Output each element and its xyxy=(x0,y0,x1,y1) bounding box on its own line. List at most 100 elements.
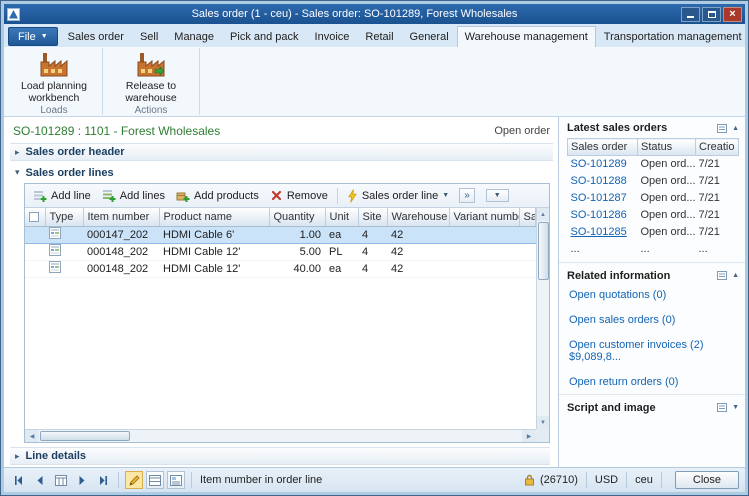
fb-col-sales-order[interactable]: Sales order xyxy=(568,139,638,156)
table-row[interactable]: 000148_202 HDMI Cable 12' 40.00 ea 4 42 xyxy=(25,260,536,277)
first-record-button[interactable] xyxy=(10,471,28,489)
close-window-button[interactable]: × xyxy=(723,7,742,22)
table-row[interactable]: 000147_202 HDMI Cable 6' 1.00 ea 4 42 xyxy=(25,226,536,243)
sales-order-link[interactable]: SO-101286 xyxy=(571,209,627,221)
tab-retail[interactable]: Retail xyxy=(357,26,401,47)
ribbon-tabstrip: File ▼ Sales order Sell Manage Pick and … xyxy=(4,24,745,47)
row-type-cell xyxy=(45,243,83,260)
collapse-factbox-button[interactable]: ▲ xyxy=(732,272,739,279)
grid-horizontal-scrollbar[interactable]: ◀ ▶ xyxy=(25,429,536,442)
previous-record-button[interactable] xyxy=(31,471,49,489)
fb-col-created[interactable]: Creatio xyxy=(696,139,739,156)
col-header-type[interactable]: Type xyxy=(45,208,83,226)
remove-button[interactable]: Remove xyxy=(265,187,333,204)
next-record-button[interactable] xyxy=(73,471,91,489)
add-line-button[interactable]: Add line xyxy=(28,187,96,205)
record-icon xyxy=(49,244,61,256)
col-header-item-number[interactable]: Item number xyxy=(83,208,159,226)
factbox-menu-icon[interactable] xyxy=(717,124,727,133)
close-button[interactable]: Close xyxy=(675,471,739,489)
scroll-down-button[interactable]: ▼ xyxy=(537,416,550,429)
toolbar-dropdown-button[interactable]: ▼ xyxy=(486,189,509,202)
cell-item-number: 000148_202 xyxy=(83,243,159,260)
pencil-icon xyxy=(128,474,141,487)
tab-invoice[interactable]: Invoice xyxy=(307,26,358,47)
col-header-warehouse[interactable]: Warehouse xyxy=(387,208,449,226)
open-return-orders-link[interactable]: Open return orders (0) xyxy=(569,376,737,388)
sales-order-link[interactable]: SO-101287 xyxy=(571,192,627,204)
scroll-right-button[interactable]: ▶ xyxy=(522,430,536,443)
sales-order-line-menu-button[interactable]: Sales order line ▼ xyxy=(342,187,454,205)
add-lines-button[interactable]: Add lines xyxy=(97,187,170,205)
select-all-checkbox[interactable] xyxy=(29,212,39,222)
fasttab-sales-order-lines[interactable]: ▾ Sales order lines xyxy=(10,161,553,181)
sales-order-link[interactable]: SO-101285 xyxy=(571,226,627,238)
sales-order-link[interactable]: SO-101289 xyxy=(571,158,627,170)
col-header-variant-number[interactable]: Variant number xyxy=(449,208,519,226)
tab-sales-order[interactable]: Sales order xyxy=(60,26,132,47)
load-planning-workbench-label: Load planning workbench xyxy=(14,80,94,104)
grid-vertical-scrollbar[interactable]: ▲ ▼ xyxy=(536,208,549,429)
scrollbar-thumb[interactable] xyxy=(40,431,130,441)
tab-warehouse-management[interactable]: Warehouse management xyxy=(457,26,596,47)
tab-transportation-management[interactable]: Transportation management xyxy=(596,26,749,47)
list-item: SO-101289 Open ord... 7/21 xyxy=(568,156,739,173)
cell-item-number: 000148_202 xyxy=(83,260,159,277)
toolbar-overflow-button[interactable]: » xyxy=(459,188,475,203)
view-grid-button[interactable] xyxy=(146,471,164,489)
table-row[interactable]: 000148_202 HDMI Cable 12' 5.00 PL 4 42 xyxy=(25,243,536,260)
fasttab-line-details[interactable]: ▸ Line details xyxy=(10,447,550,465)
tab-general[interactable]: General xyxy=(402,26,457,47)
col-header-unit[interactable]: Unit xyxy=(325,208,358,226)
record-list-icon xyxy=(55,475,67,486)
cell-variant-number xyxy=(449,243,519,260)
file-menu-button[interactable]: File ▼ xyxy=(8,27,58,46)
collapse-factbox-button[interactable]: ▲ xyxy=(732,125,739,132)
view-details-button[interactable] xyxy=(167,471,185,489)
scroll-up-button[interactable]: ▲ xyxy=(537,208,550,221)
expand-factbox-button[interactable]: ▼ xyxy=(732,404,739,411)
scrollbar-thumb[interactable] xyxy=(538,222,549,280)
factbox-script-and-image-header[interactable]: Script and image ▼ xyxy=(559,397,745,417)
factbox-menu-icon[interactable] xyxy=(717,403,727,412)
tab-pick-and-pack[interactable]: Pick and pack xyxy=(222,26,306,47)
select-all-header[interactable] xyxy=(25,208,45,226)
fb-created-cell: 7/21 xyxy=(696,156,739,173)
tab-manage[interactable]: Manage xyxy=(166,26,222,47)
factbox-menu-icon[interactable] xyxy=(717,271,727,280)
last-record-button[interactable] xyxy=(94,471,112,489)
maximize-button[interactable] xyxy=(702,7,721,22)
fb-col-status[interactable]: Status xyxy=(638,139,696,156)
record-list-button[interactable] xyxy=(52,471,70,489)
minimize-button[interactable] xyxy=(681,7,700,22)
factbox-title: Related information xyxy=(567,270,670,282)
remove-label: Remove xyxy=(287,190,328,202)
open-quotations-link[interactable]: Open quotations (0) xyxy=(569,289,737,301)
cell-site: 4 xyxy=(358,226,387,243)
load-planning-workbench-button[interactable]: Load planning workbench xyxy=(12,49,96,105)
fb-created-cell: 7/21 xyxy=(696,190,739,207)
factbox-related-information-header[interactable]: Related information ▲ xyxy=(559,265,745,285)
factbox-latest-sales-orders-header[interactable]: Latest sales orders ▲ xyxy=(559,117,745,137)
release-to-warehouse-button[interactable]: Release to warehouse xyxy=(109,49,193,105)
main-area: SO-101289 : 1101 - Forest Wholesales Ope… xyxy=(4,117,745,467)
scrollbar-corner xyxy=(536,429,549,442)
scroll-left-button[interactable]: ◀ xyxy=(25,430,39,443)
col-header-product-name[interactable]: Product name xyxy=(159,208,269,226)
sales-order-link[interactable]: SO-101288 xyxy=(571,175,627,187)
sales-order-lines-grid: Type Item number Product name Quantity U… xyxy=(25,208,536,429)
cell-site: 4 xyxy=(358,260,387,277)
app-icon[interactable] xyxy=(7,8,20,21)
add-products-button[interactable]: Add products xyxy=(171,187,264,205)
fasttab-sales-order-header[interactable]: ▸ Sales order header xyxy=(10,143,553,161)
fasttab-label: Line details xyxy=(26,450,87,462)
tab-sell[interactable]: Sell xyxy=(132,26,166,47)
factbox-pane: Latest sales orders ▲ Sales order Status… xyxy=(558,117,745,467)
col-header-site[interactable]: Site xyxy=(358,208,387,226)
fb-created-cell: 7/21 xyxy=(696,224,739,241)
edit-record-button[interactable] xyxy=(125,471,143,489)
open-customer-invoices-link[interactable]: Open customer invoices (2) $9,089,8... xyxy=(569,339,737,363)
open-sales-orders-link[interactable]: Open sales orders (0) xyxy=(569,314,737,326)
col-header-quantity[interactable]: Quantity xyxy=(269,208,325,226)
col-header-sales[interactable]: Sal xyxy=(519,208,536,226)
